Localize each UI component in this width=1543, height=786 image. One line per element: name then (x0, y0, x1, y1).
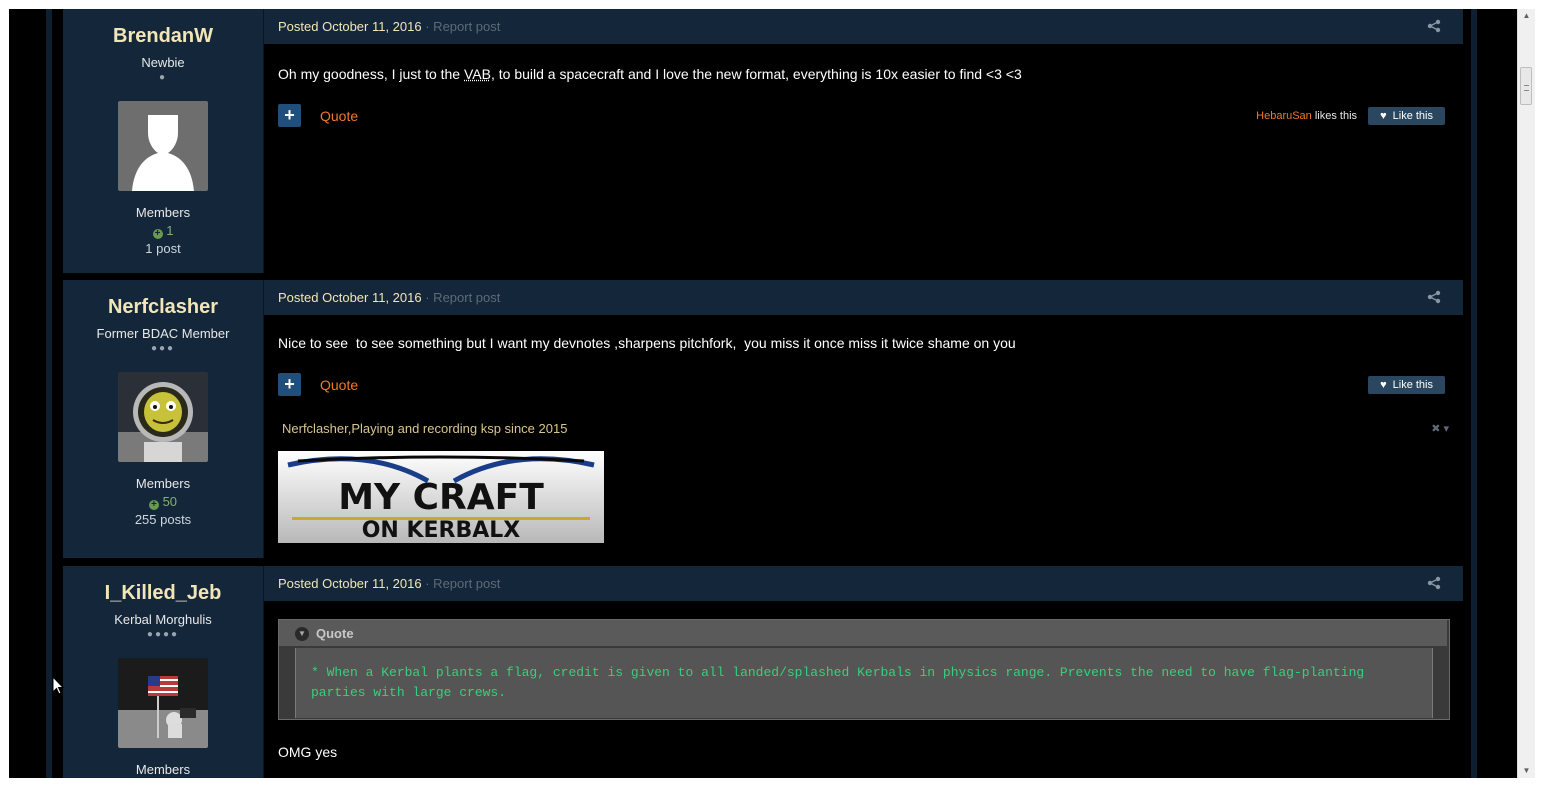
post-meta-bar: Posted October 11, 2016 · Report post (264, 9, 1463, 44)
mouse-cursor-icon (52, 676, 64, 695)
post-date-value[interactable]: October 11, 2016 (322, 576, 422, 591)
post-date-value[interactable]: October 11, 2016 (322, 290, 422, 305)
reactions: ♥ Like this (1368, 376, 1445, 394)
scroll-up-arrow-icon[interactable]: ▲ (1518, 9, 1535, 23)
share-icon[interactable] (1427, 290, 1441, 304)
signature-controls[interactable]: ✖ ▾ (1431, 422, 1449, 435)
author-panel: Nerfclasher Former BDAC Member ●●● Membe… (63, 280, 264, 558)
liker-name[interactable]: HebaruSan (1256, 110, 1312, 122)
moon-flag-avatar-icon[interactable] (118, 658, 208, 748)
signature-text: Nerfclasher,Playing and recording ksp si… (282, 421, 568, 436)
post-brendanw: BrendanW Newbie ● Members + 1 1 post Pos… (63, 9, 1463, 273)
left-rail (46, 9, 52, 778)
rank-pips: ●●● (150, 343, 176, 354)
author-title: Newbie (141, 55, 185, 70)
like-button-label: Like this (1392, 110, 1433, 122)
reputation: + 50 (63, 494, 263, 510)
author-name[interactable]: I_Killed_Jeb (63, 582, 263, 605)
scroll-thumb[interactable] (1520, 67, 1532, 105)
share-icon[interactable] (1427, 576, 1441, 590)
posted-label: Posted (278, 19, 319, 34)
quote-link[interactable]: Quote (320, 377, 358, 393)
member-group: Members (135, 476, 191, 491)
kerbalx-banner[interactable]: MY CRAFT ON KERBALX (278, 451, 604, 543)
plus-circle-icon: + (152, 229, 163, 239)
likes-this-text: likes this (1314, 109, 1358, 122)
post-body: Oh my goodness, I just to the VAB, to bu… (278, 66, 1022, 82)
plus-circle-icon: + (148, 500, 159, 510)
post-date-value[interactable]: October 11, 2016 (322, 19, 422, 34)
page-viewport: BrendanW Newbie ● Members + 1 1 post Pos… (9, 9, 1517, 778)
like-button[interactable]: ♥ Like this (1368, 107, 1445, 125)
chevron-down-icon[interactable]: ▼ (295, 627, 309, 641)
heart-icon: ♥ (1380, 379, 1387, 391)
default-avatar-silhouette-icon[interactable] (118, 101, 208, 191)
quote-block: ▼ Quote * When a Kerbal plants a flag, c… (278, 619, 1450, 720)
posted-label: Posted (278, 576, 319, 591)
post-nerfclasher: Nerfclasher Former BDAC Member ●●● Membe… (63, 280, 1463, 558)
share-icon[interactable] (1427, 19, 1441, 33)
post-count[interactable]: 255 posts (63, 512, 263, 527)
post-count[interactable]: 1 post (63, 241, 263, 256)
heart-icon: ♥ (1380, 110, 1387, 122)
like-button[interactable]: ♥ Like this (1368, 376, 1445, 394)
reputation-value: 50 (162, 494, 178, 509)
post-meta-bar: Posted October 11, 2016 · Report post (264, 280, 1463, 315)
rank-pips: ●●●● (146, 629, 180, 640)
multiquote-plus-button[interactable]: + (278, 104, 301, 127)
vertical-scrollbar[interactable]: ▲ ▼ (1517, 9, 1535, 778)
post-date: Posted October 11, 2016 · Report post (278, 290, 500, 305)
posted-label: Posted (278, 290, 319, 305)
post-body-text-cont: , to build a spacecraft and I love the n… (490, 66, 1022, 82)
multiquote-plus-button[interactable]: + (278, 373, 301, 396)
post-meta-bar: Posted October 11, 2016 · Report post (264, 566, 1463, 601)
post-body: Nice to see to see something but I want … (278, 335, 1016, 351)
like-button-label: Like this (1392, 379, 1433, 391)
author-name[interactable]: Nerfclasher (63, 296, 263, 319)
author-title: Kerbal Morghulis (114, 612, 212, 627)
banner-line-2: ON KERBALX (362, 518, 521, 543)
kerbal-helmet-avatar-icon[interactable] (118, 372, 208, 462)
post-i-killed-jeb: I_Killed_Jeb Kerbal Morghulis ●●●● Membe… (63, 566, 1463, 778)
author-panel: I_Killed_Jeb Kerbal Morghulis ●●●● Membe… (63, 566, 264, 778)
post-date: Posted October 11, 2016 · Report post (278, 19, 500, 34)
quote-header[interactable]: ▼ Quote (279, 620, 1447, 646)
post-content: Posted October 11, 2016 · Report post ▼ … (264, 566, 1463, 778)
post-body: OMG yes (278, 744, 338, 760)
vab-abbreviation[interactable]: VAB (464, 66, 491, 82)
post-content: Posted October 11, 2016 · Report post Oh… (264, 9, 1463, 273)
banner-line-1: MY CRAFT (338, 477, 544, 518)
quote-link[interactable]: Quote (320, 108, 358, 124)
post-body-text: Oh my goodness, I just to the (278, 66, 464, 82)
post-date: Posted October 11, 2016 · Report post (278, 576, 500, 591)
scroll-down-arrow-icon[interactable]: ▼ (1518, 764, 1535, 778)
rank-pips: ● (158, 72, 168, 83)
post-content: Posted October 11, 2016 · Report post Ni… (264, 280, 1463, 558)
reactions: HebaruSan likes this ♥ Like this (1256, 107, 1445, 125)
quote-text: * When a Kerbal plants a flag, credit is… (311, 665, 1365, 700)
reputation-value: 1 (166, 223, 174, 238)
author-name[interactable]: BrendanW (63, 25, 263, 48)
author-panel: BrendanW Newbie ● Members + 1 1 post (63, 9, 264, 273)
reputation: + 1 (63, 223, 263, 239)
report-post-link[interactable]: · Report post (425, 19, 500, 34)
quote-title: Quote (316, 626, 354, 641)
member-group: Members (135, 762, 191, 777)
report-post-link[interactable]: · Report post (425, 290, 500, 305)
member-group: Members (135, 205, 191, 220)
author-title: Former BDAC Member (96, 326, 230, 341)
report-post-link[interactable]: · Report post (425, 576, 500, 591)
quote-content: * When a Kerbal plants a flag, credit is… (295, 648, 1433, 718)
right-rail (1471, 9, 1477, 778)
